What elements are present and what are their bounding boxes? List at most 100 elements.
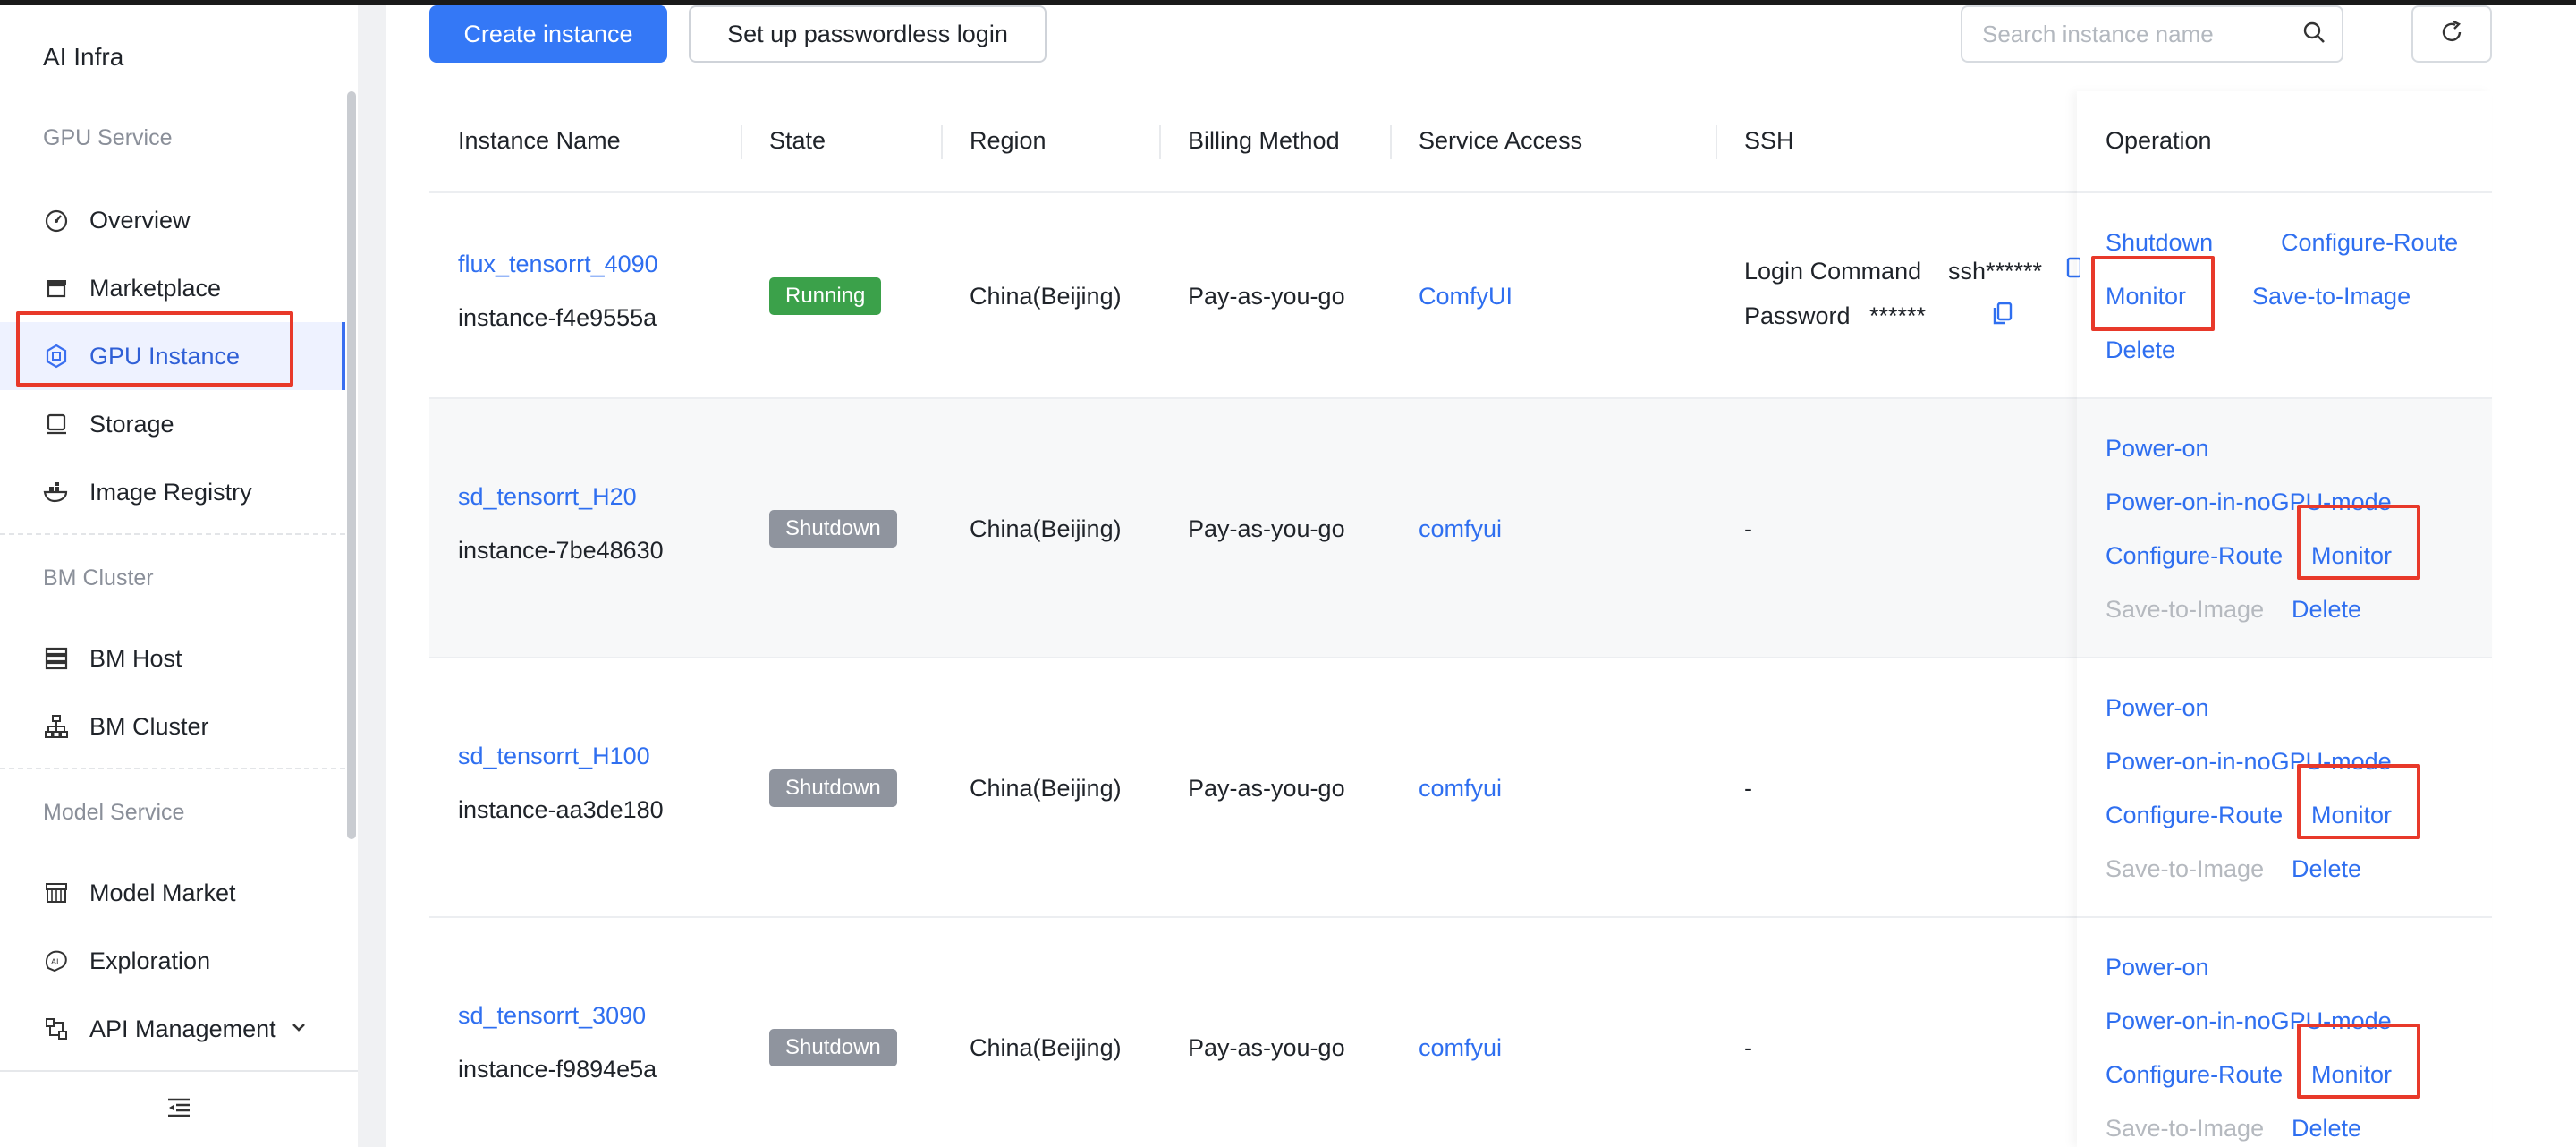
sidebar-item-bm-host[interactable]: BM Host: [0, 624, 345, 692]
ssh-value: -: [1744, 1034, 1752, 1061]
cluster-icon: [43, 713, 70, 740]
api-icon: [43, 1015, 70, 1042]
storage-icon: [43, 411, 70, 438]
column-separator: [1390, 125, 1392, 159]
container-registry-icon: [43, 479, 70, 506]
copy-icon[interactable]: [2063, 256, 2082, 287]
shutdown-button[interactable]: Shutdown: [2106, 229, 2213, 257]
ssh-value: -: [1744, 775, 1752, 802]
table-row: flux_tensorrt_4090 instance-f4e9555a Run…: [429, 193, 2492, 399]
sidebar-item-exploration[interactable]: AI Exploration: [0, 927, 345, 995]
ssh-password-value: ******: [1869, 302, 1927, 329]
delete-button[interactable]: Delete: [2292, 1115, 2361, 1143]
billing-value: Pay-as-you-go: [1188, 515, 1345, 542]
ssh-login-label: Login Command: [1744, 258, 1922, 285]
column-separator: [1716, 125, 1717, 159]
sidebar-item-api-management[interactable]: API Management: [0, 995, 345, 1063]
column-header-ssh: SSH: [1744, 127, 1794, 154]
search-input[interactable]: [1982, 20, 2302, 48]
search-box: [1961, 5, 2343, 63]
main-panel: Create instance Set up passwordless logi…: [386, 5, 2576, 1147]
sidebar-scrollbar[interactable]: [347, 91, 356, 839]
sidebar-item-label: Image Registry: [89, 478, 252, 506]
column-separator: [941, 125, 943, 159]
ssh-login-value: ssh******: [1948, 258, 2043, 285]
instance-id: instance-aa3de180: [458, 796, 664, 823]
table-row: sd_tensorrt_H100 instance-aa3de180 Shutd…: [429, 658, 2492, 918]
table-row: sd_tensorrt_3090 instance-f9894e5a Shutd…: [429, 918, 2492, 1147]
service-access-link[interactable]: comfyui: [1419, 515, 1502, 543]
server-icon: [43, 645, 70, 672]
refresh-icon: [2439, 20, 2464, 49]
power-on-button[interactable]: Power-on: [2106, 694, 2209, 722]
billing-value: Pay-as-you-go: [1188, 775, 1345, 802]
region-value: China(Beijing): [970, 283, 1122, 310]
sidebar-divider: [0, 768, 345, 769]
monitor-button[interactable]: Monitor: [2311, 1061, 2392, 1089]
monitor-button[interactable]: Monitor: [2311, 542, 2392, 570]
delete-button[interactable]: Delete: [2106, 336, 2175, 364]
save-to-image-button[interactable]: Save-to-Image: [2106, 596, 2264, 624]
sidebar-item-label: Marketplace: [89, 274, 222, 302]
sidebar-item-image-registry[interactable]: Image Registry: [0, 458, 345, 526]
sidebar-item-marketplace[interactable]: Marketplace: [0, 254, 345, 322]
region-value: China(Beijing): [970, 515, 1122, 542]
instance-name-link[interactable]: sd_tensorrt_3090: [458, 1002, 646, 1030]
column-separator: [741, 125, 742, 159]
copy-icon[interactable]: [1991, 301, 2014, 332]
model-market-icon: [43, 879, 70, 906]
delete-button[interactable]: Delete: [2292, 596, 2361, 624]
sidebar-footer: [0, 1070, 358, 1147]
ssh-password-label: Password: [1744, 302, 1851, 329]
sidebar-item-model-market[interactable]: Model Market: [0, 859, 345, 927]
passwordless-login-button[interactable]: Set up passwordless login: [689, 5, 1046, 63]
instance-id: instance-f4e9555a: [458, 304, 657, 331]
power-on-nogpu-button[interactable]: Power-on-in-noGPU-mode: [2106, 1007, 2392, 1035]
configure-route-button[interactable]: Configure-Route: [2106, 802, 2283, 829]
configure-route-button[interactable]: Configure-Route: [2106, 1061, 2283, 1089]
column-header-operation: Operation: [2106, 127, 2212, 154]
chevron-down-icon[interactable]: [288, 1016, 309, 1042]
sidebar: AI Infra GPU Service Overview Marketplac…: [0, 5, 358, 1147]
sidebar-item-gpu-instance[interactable]: GPU Instance: [0, 322, 345, 390]
save-to-image-button[interactable]: Save-to-Image: [2252, 283, 2411, 310]
sidebar-item-label: BM Cluster: [89, 712, 209, 740]
status-badge: Shutdown: [769, 510, 897, 548]
save-to-image-button[interactable]: Save-to-Image: [2106, 855, 2264, 883]
ai-exploration-icon: AI: [43, 947, 70, 974]
instance-name-link[interactable]: sd_tensorrt_H100: [458, 743, 650, 770]
configure-route-button[interactable]: Configure-Route: [2281, 229, 2458, 257]
region-value: China(Beijing): [970, 775, 1122, 802]
ssh-value: -: [1744, 515, 1752, 542]
status-badge: Running: [769, 277, 882, 315]
column-header-instance-name: Instance Name: [458, 127, 621, 154]
sidebar-item-overview[interactable]: Overview: [0, 186, 345, 254]
save-to-image-button[interactable]: Save-to-Image: [2106, 1115, 2264, 1143]
service-access-link[interactable]: comfyui: [1419, 1034, 1502, 1062]
sidebar-item-label: GPU Instance: [89, 342, 241, 370]
table-row: sd_tensorrt_H20 instance-7be48630 Shutdo…: [429, 399, 2492, 658]
instance-name-link[interactable]: sd_tensorrt_H20: [458, 483, 637, 511]
table-header: Instance Name State Region Billing Metho…: [429, 91, 2492, 193]
delete-button[interactable]: Delete: [2292, 855, 2361, 883]
column-separator: [1159, 125, 1161, 159]
billing-value: Pay-as-you-go: [1188, 1034, 1345, 1061]
service-access-link[interactable]: comfyui: [1419, 775, 1502, 803]
configure-route-button[interactable]: Configure-Route: [2106, 542, 2283, 570]
monitor-button[interactable]: Monitor: [2311, 802, 2392, 829]
sidebar-item-storage[interactable]: Storage: [0, 390, 345, 458]
sidebar-item-bm-cluster[interactable]: BM Cluster: [0, 692, 345, 760]
power-on-nogpu-button[interactable]: Power-on-in-noGPU-mode: [2106, 489, 2392, 516]
create-instance-button[interactable]: Create instance: [429, 5, 667, 63]
instance-name-link[interactable]: flux_tensorrt_4090: [458, 251, 658, 278]
refresh-button[interactable]: [2411, 5, 2492, 63]
monitor-button[interactable]: Monitor: [2106, 283, 2186, 310]
power-on-button[interactable]: Power-on: [2106, 954, 2209, 981]
power-on-nogpu-button[interactable]: Power-on-in-noGPU-mode: [2106, 748, 2392, 776]
service-access-link[interactable]: ComfyUI: [1419, 283, 1513, 310]
column-header-service-access: Service Access: [1419, 127, 1583, 154]
section-label-model-service: Model Service: [43, 800, 185, 825]
power-on-button[interactable]: Power-on: [2106, 435, 2209, 463]
collapse-sidebar-icon[interactable]: [165, 1096, 192, 1124]
search-icon[interactable]: [2302, 21, 2326, 48]
